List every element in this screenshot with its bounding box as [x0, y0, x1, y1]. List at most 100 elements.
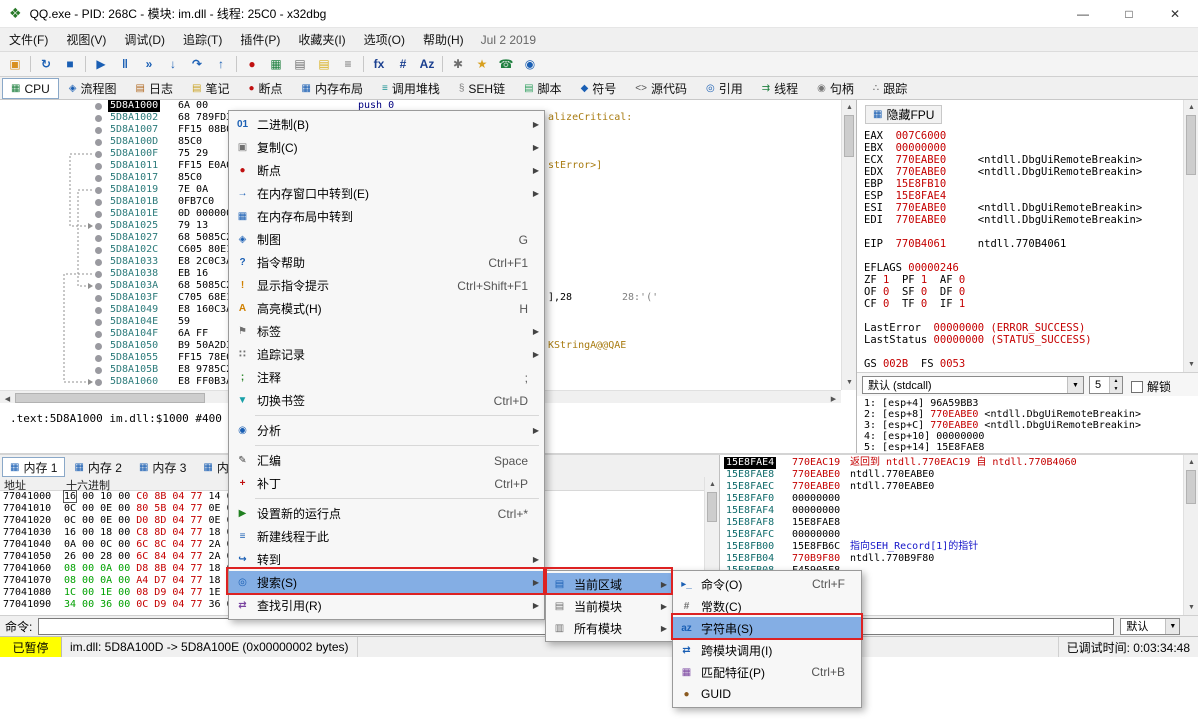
- menu-item-goto-memory-map[interactable]: ▦在内存布局中转到: [229, 205, 544, 228]
- menubar-item[interactable]: 调试(D): [115, 28, 174, 51]
- argument-line[interactable]: 2: [esp+8] 770EABE0 <ntdll.DbgUiRemoteBr…: [857, 409, 1198, 420]
- menu-item-patch[interactable]: +补丁Ctrl+P: [229, 472, 544, 495]
- menu-item-search[interactable]: ◎搜索(S)▶: [229, 571, 544, 594]
- breakpoints-button[interactable]: ●: [241, 54, 263, 74]
- chevron-down-icon[interactable]: ▼: [1165, 619, 1179, 634]
- constant-button[interactable]: #: [392, 54, 414, 74]
- menubar-item[interactable]: 视图(V): [57, 28, 115, 51]
- register-line[interactable]: EDX 770EABE0 <ntdll.DbgUiRemoteBreakin>: [857, 166, 1183, 178]
- breakpoint-dot-icon[interactable]: [95, 175, 102, 182]
- breakpoint-dot-icon[interactable]: [95, 343, 102, 350]
- calling-convention-select[interactable]: 默认 (stdcall) ▼: [862, 376, 1084, 394]
- menu-item-goto-memory-window[interactable]: →在内存窗口中转到(E)▶: [229, 182, 544, 205]
- register-line[interactable]: GS 002B FS 0053: [857, 358, 1183, 370]
- open-file-button[interactable]: ▣: [4, 54, 26, 74]
- tab-graph[interactable]: ◈流程图: [60, 78, 126, 99]
- argument-count-stepper[interactable]: 5 ▲ ▼: [1089, 376, 1123, 394]
- breakpoint-dot-icon[interactable]: [95, 271, 102, 278]
- menu-item-toggle-bookmark[interactable]: ▼切换书签Ctrl+D: [229, 389, 544, 412]
- stack-vscrollbar[interactable]: ▲ ▼: [1183, 455, 1198, 615]
- menu-item-analysis[interactable]: ◉分析▶: [229, 419, 544, 442]
- scroll-down-icon[interactable]: ▼: [842, 375, 857, 390]
- submenu-item-pattern[interactable]: ▦匹配特征(P)Ctrl+B: [673, 661, 861, 683]
- menu-item-highlighting-mode[interactable]: A高亮模式(H)H: [229, 297, 544, 320]
- step-out-button[interactable]: ↑: [210, 54, 232, 74]
- script-button[interactable]: ≡: [337, 54, 359, 74]
- register-line[interactable]: EFLAGS 00000246: [857, 262, 1183, 274]
- stack-row[interactable]: 15E8FAEC770EABE0ntdll.770EABE0: [720, 481, 1186, 493]
- tab-trace[interactable]: ∴跟踪: [864, 78, 916, 99]
- register-line[interactable]: ZF 1 PF 1 AF 0: [857, 274, 1183, 286]
- spin-up-icon[interactable]: ▲: [1110, 377, 1122, 385]
- tab-call-stack[interactable]: ≡调用堆栈: [373, 78, 449, 99]
- scrollbar-thumb[interactable]: [15, 393, 205, 403]
- breakpoint-dot-icon[interactable]: [95, 379, 102, 386]
- tab-breakpoints[interactable]: ●断点: [239, 78, 291, 99]
- tab-notes[interactable]: ▤笔记: [183, 78, 238, 99]
- breakpoint-dot-icon[interactable]: [95, 319, 102, 326]
- tab-references[interactable]: ◎引用: [697, 78, 752, 99]
- help-button[interactable]: ☎: [495, 54, 517, 74]
- step-over-button[interactable]: ↷: [186, 54, 208, 74]
- submenu-item-all-modules[interactable]: ▥所有模块▶: [546, 617, 672, 639]
- stack-row[interactable]: 15E8FAF815E8FAE8: [720, 517, 1186, 529]
- stack-row[interactable]: 15E8FB0015E8FB6C指向SEH_Record[1]的指针: [720, 541, 1186, 553]
- memory-map-button[interactable]: ▦: [265, 54, 287, 74]
- scrollbar-track[interactable]: [1184, 115, 1198, 357]
- terminate-button[interactable]: ■: [59, 54, 81, 74]
- menu-item-find-references[interactable]: ⇄查找引用(R)▶: [229, 594, 544, 617]
- register-line[interactable]: EBX 00000000: [857, 142, 1183, 154]
- breakpoint-dot-icon[interactable]: [95, 235, 102, 242]
- register-line[interactable]: LastError 00000000 (ERROR_SUCCESS): [857, 322, 1183, 334]
- register-line[interactable]: EAX 007C6000: [857, 130, 1183, 142]
- stack-row[interactable]: 15E8FAE8770EABE0ntdll.770EABE0: [720, 469, 1186, 481]
- submenu-item-constant[interactable]: #常数(C): [673, 595, 861, 617]
- scroll-up-icon[interactable]: ▲: [1184, 100, 1198, 115]
- menubar-item[interactable]: 插件(P): [231, 28, 289, 51]
- menu-item-instruction-help[interactable]: ?指令帮助Ctrl+F1: [229, 251, 544, 274]
- scrollbar-track[interactable]: [842, 115, 856, 375]
- register-line[interactable]: LastStatus 00000000 (STATUS_SUCCESS): [857, 334, 1183, 346]
- globe-button[interactable]: ◉: [519, 54, 541, 74]
- chevron-down-icon[interactable]: ▼: [1067, 377, 1083, 393]
- tab-dump3[interactable]: ▦内存 3: [131, 457, 194, 477]
- notes-button[interactable]: ▤: [313, 54, 335, 74]
- argument-line[interactable]: 5: [esp+14] 15E8FAE8: [857, 442, 1198, 453]
- breakpoint-dot-icon[interactable]: [95, 223, 102, 230]
- breakpoint-dot-icon[interactable]: [95, 103, 102, 110]
- menu-item-binary[interactable]: 01二进制(B)▶: [229, 113, 544, 136]
- menubar-item[interactable]: 追踪(T): [174, 28, 231, 51]
- register-line[interactable]: CF 0 TF 0 IF 1: [857, 298, 1183, 310]
- menu-item-label[interactable]: ⚑标签▶: [229, 320, 544, 343]
- register-line[interactable]: EIP 770B4061 ntdll.770B4061: [857, 238, 1183, 250]
- breakpoint-dot-icon[interactable]: [95, 127, 102, 134]
- registers-vscrollbar[interactable]: ▲ ▼: [1183, 100, 1198, 372]
- menu-item-goto[interactable]: ↪转到▶: [229, 548, 544, 571]
- menubar-item[interactable]: 收藏夹(I): [289, 28, 354, 51]
- submenu-item-current-module[interactable]: ▤当前模块▶: [546, 595, 672, 617]
- register-line[interactable]: ESI 770EABE0 <ntdll.DbgUiRemoteBreakin>: [857, 202, 1183, 214]
- register-line[interactable]: EDI 770EABE0 <ntdll.DbgUiRemoteBreakin>: [857, 214, 1183, 226]
- tab-dump2[interactable]: ▦内存 2: [66, 457, 129, 477]
- register-line[interactable]: [857, 346, 1183, 358]
- argument-line[interactable]: 1: [esp+4] 96A59BB3: [857, 398, 1198, 409]
- scroll-down-icon[interactable]: ▼: [1184, 357, 1198, 372]
- tab-memory-map[interactable]: ▦内存布局: [293, 78, 372, 99]
- tab-source[interactable]: <>源代码: [626, 78, 696, 99]
- scrollbar-thumb[interactable]: [1186, 115, 1196, 175]
- scroll-up-icon[interactable]: ▲: [705, 477, 720, 492]
- step-into-button[interactable]: ↓: [162, 54, 184, 74]
- stack-row[interactable]: 15E8FAFC00000000: [720, 529, 1186, 541]
- hide-fpu-button[interactable]: ▦ 隐藏FPU: [865, 105, 942, 124]
- submenu-item-current-region[interactable]: ▤当前区域▶: [546, 573, 672, 595]
- menubar-item[interactable]: 文件(F): [0, 28, 57, 51]
- breakpoint-dot-icon[interactable]: [95, 355, 102, 362]
- restart-button[interactable]: ↻: [35, 54, 57, 74]
- strings-button[interactable]: Az: [416, 54, 438, 74]
- breakpoint-dot-icon[interactable]: [95, 211, 102, 218]
- menubar-item[interactable]: 帮助(H): [414, 28, 473, 51]
- disasm-vscrollbar[interactable]: ▲ ▼: [841, 100, 856, 390]
- checkbox-icon[interactable]: [1131, 381, 1143, 393]
- scroll-down-icon[interactable]: ▼: [1184, 600, 1198, 615]
- tab-threads[interactable]: ⇉线程: [753, 78, 807, 99]
